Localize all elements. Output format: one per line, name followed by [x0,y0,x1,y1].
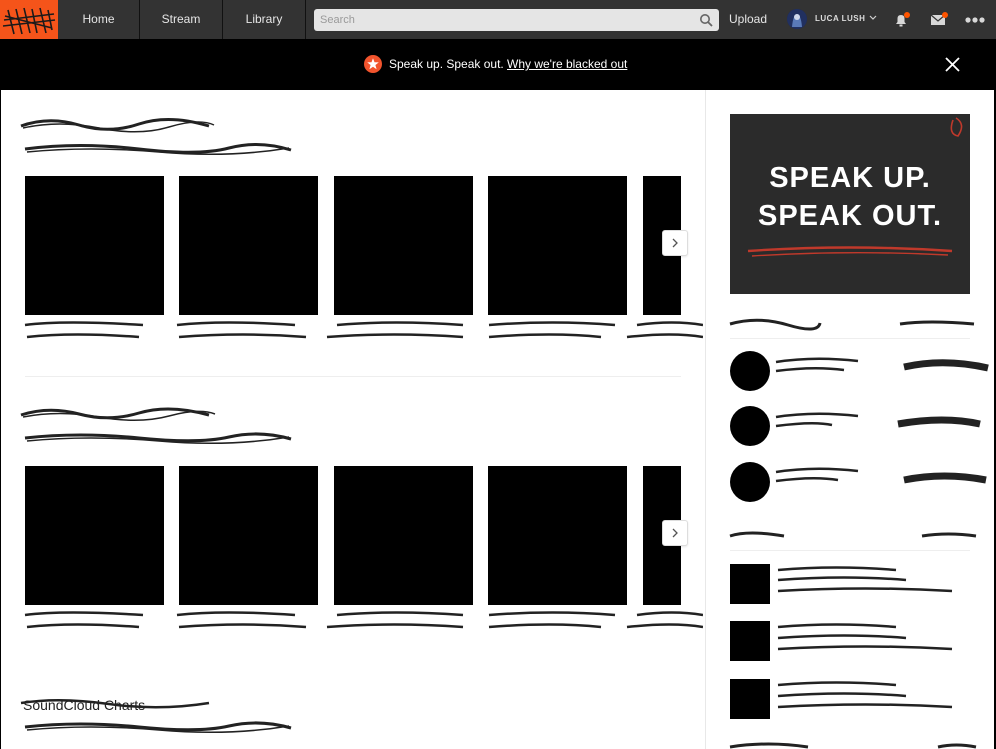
logo-scribble-icon [2,7,56,35]
avatar[interactable] [730,351,770,391]
carousel-next-button[interactable] [662,230,688,256]
main-content: SoundCloud Charts [1,90,704,749]
sidebar-header-scribble [729,531,977,538]
message-badge [942,12,948,18]
section-header-3: SoundCloud Charts [19,694,299,742]
chevron-right-icon [672,238,678,248]
avatar[interactable] [730,406,770,446]
redaction-scribble [20,699,292,733]
redaction-scribble [20,117,292,155]
track-artwork[interactable] [488,176,627,315]
chevron-down-icon [869,15,877,20]
speak-up-ad[interactable]: SPEAK UP. SPEAK OUT. [730,114,970,294]
notification-badge [904,12,910,18]
track-artwork[interactable] [179,176,318,315]
section-header-1 [19,112,299,160]
nav-library[interactable]: Library [223,0,306,39]
sidebar: SPEAK UP. SPEAK OUT. [705,90,994,749]
avatar-image [787,9,807,29]
chalk-underline [747,117,963,257]
redaction-scribble [20,407,292,444]
nav-home[interactable]: Home [58,0,140,39]
track-artwork[interactable] [25,466,164,605]
avatar [787,9,807,29]
tile-captions-scribble [24,611,703,629]
sidebar-divider [730,338,970,339]
top-nav: Home Stream Library Upload LUCA LUSH [0,0,996,39]
upload-link[interactable]: Upload [729,0,767,39]
track-artwork[interactable] [488,466,627,605]
track-artwork[interactable] [334,176,473,315]
more-button[interactable] [964,13,986,27]
more-icon [965,17,985,23]
chevron-right-icon [672,528,678,538]
sidebar-divider [730,550,970,551]
track-artwork[interactable] [334,466,473,605]
likes-list-scribble [777,566,953,709]
notifications-button[interactable] [893,12,910,28]
messages-button[interactable] [930,12,948,28]
nav-stream[interactable]: Stream [140,0,223,39]
section-header-2 [19,402,299,450]
carousel-next-button[interactable] [662,520,688,546]
close-icon[interactable] [944,56,961,73]
tile-captions-scribble [24,321,703,339]
follow-list-scribble [775,357,989,484]
username: LUCA LUSH [815,14,866,23]
star-icon [364,55,382,73]
sidebar-header-scribble [729,318,975,331]
logo[interactable] [0,0,58,39]
track-artwork[interactable] [730,564,770,604]
search-input[interactable] [314,9,694,31]
banner-link[interactable]: Why we're blacked out [507,57,627,71]
sidebar-header-scribble [729,742,977,749]
search-box [314,9,719,31]
track-artwork[interactable] [730,679,770,719]
track-artwork[interactable] [730,621,770,661]
section-divider [25,376,681,377]
track-artwork[interactable] [179,466,318,605]
search-icon[interactable] [699,13,713,27]
track-artwork[interactable] [25,176,164,315]
blackout-banner: Speak up. Speak out. Why we're blacked o… [0,39,996,90]
banner-text: Speak up. Speak out. [389,57,504,71]
avatar[interactable] [730,462,770,502]
